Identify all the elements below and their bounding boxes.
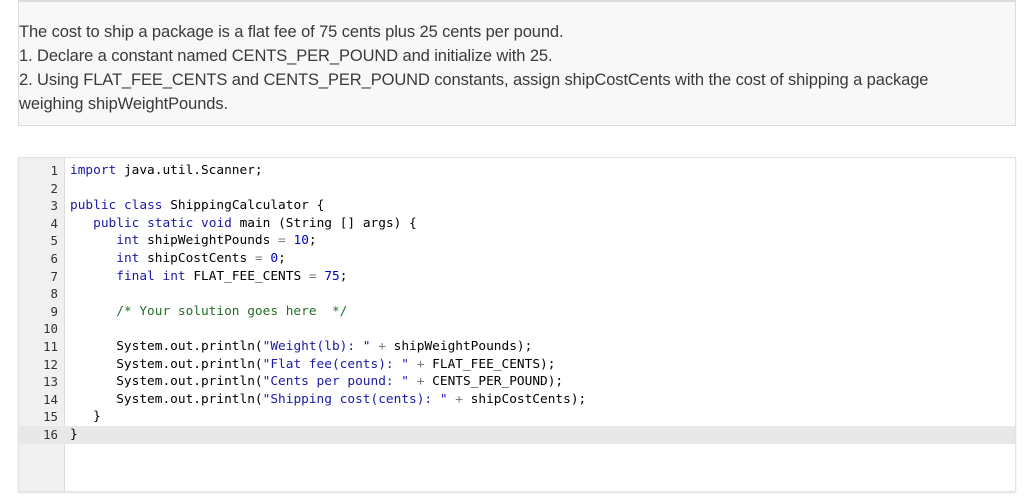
line-number: 1	[50, 163, 58, 178]
code-text[interactable]: System.out.println("Cents per pound: " +…	[70, 373, 563, 391]
code-line[interactable]: 10	[19, 320, 1015, 338]
code-text[interactable]: }	[70, 408, 101, 426]
code-text[interactable]: final int FLAT_FEE_CENTS = 75;	[70, 268, 347, 286]
line-number: 6	[50, 250, 58, 266]
line-number: 14	[43, 391, 58, 407]
code-text[interactable]: System.out.println("Flat fee(cents): " +…	[70, 356, 555, 374]
prompt-line: 2. Using FLAT_FEE_CENTS and CENTS_PER_PO…	[19, 71, 929, 89]
code-text[interactable]: System.out.println("Weight(lb): " + ship…	[70, 338, 532, 356]
line-number: 9	[50, 303, 58, 319]
code-line[interactable]: 9 /* Your solution goes here */	[19, 303, 1015, 321]
code-line[interactable]: 5 int shipWeightPounds = 10;	[19, 232, 1015, 250]
code-line[interactable]: 1 import java.util.Scanner;	[19, 162, 1015, 180]
code-line[interactable]: 11 System.out.println("Weight(lb): " + s…	[19, 338, 1015, 356]
code-text[interactable]: /* Your solution goes here */	[70, 303, 347, 321]
code-line[interactable]: 8	[19, 285, 1015, 303]
code-line[interactable]: 16}	[19, 425, 1015, 444]
code-text[interactable]: int shipWeightPounds = 10;	[70, 232, 316, 250]
code-line[interactable]: 4 public static void main (String [] arg…	[19, 215, 1015, 233]
code-line[interactable]: 12 System.out.println("Flat fee(cents): …	[19, 356, 1015, 374]
problem-statement: The cost to ship a package is a flat fee…	[18, 0, 1016, 126]
code-text[interactable]: int shipCostCents = 0;	[70, 250, 286, 268]
code-line[interactable]: 7 final int FLAT_FEE_CENTS = 75;	[19, 268, 1015, 286]
code-line[interactable]: 6 int shipCostCents = 0;	[19, 250, 1015, 268]
line-number: 3	[50, 198, 58, 214]
line-number: 8	[50, 286, 58, 302]
line-number: 16	[43, 426, 58, 442]
line-number: 11	[43, 338, 58, 354]
code-editor[interactable]: 1 import java.util.Scanner; 2 3 public class…	[18, 157, 1016, 492]
code-text[interactable]: System.out.println("Shipping cost(cents)…	[70, 391, 586, 409]
code-area[interactable]: 1 import java.util.Scanner; 2 3 public class…	[19, 162, 1015, 444]
line-number: 13	[43, 374, 58, 390]
line-number: 7	[50, 268, 58, 284]
line-number: 10	[43, 321, 58, 337]
code-line[interactable]: 14 System.out.println("Shipping cost(cen…	[19, 391, 1015, 409]
code-line[interactable]: 2	[19, 180, 1015, 198]
prompt-line: The cost to ship a package is a flat fee…	[19, 23, 564, 41]
line-number: 15	[43, 409, 58, 425]
code-text[interactable]: public class ShippingCalculator {	[70, 197, 324, 215]
line-number: 2	[50, 180, 58, 196]
line-number: 5	[50, 233, 58, 249]
code-line[interactable]: 15 }	[19, 408, 1015, 426]
line-number: 12	[43, 356, 58, 372]
code-line[interactable]: 3 public class ShippingCalculator {	[19, 197, 1015, 215]
code-text[interactable]: }	[70, 426, 78, 444]
line-number: 4	[50, 215, 58, 231]
code-text[interactable]: import java.util.Scanner;	[70, 162, 263, 180]
prompt-line: weighing shipWeightPounds.	[19, 95, 228, 113]
prompt-line: 1. Declare a constant named CENTS_PER_PO…	[19, 47, 553, 65]
code-line[interactable]: 13 System.out.println("Cents per pound: …	[19, 373, 1015, 391]
code-text[interactable]: public static void main (String [] args)…	[70, 215, 417, 233]
